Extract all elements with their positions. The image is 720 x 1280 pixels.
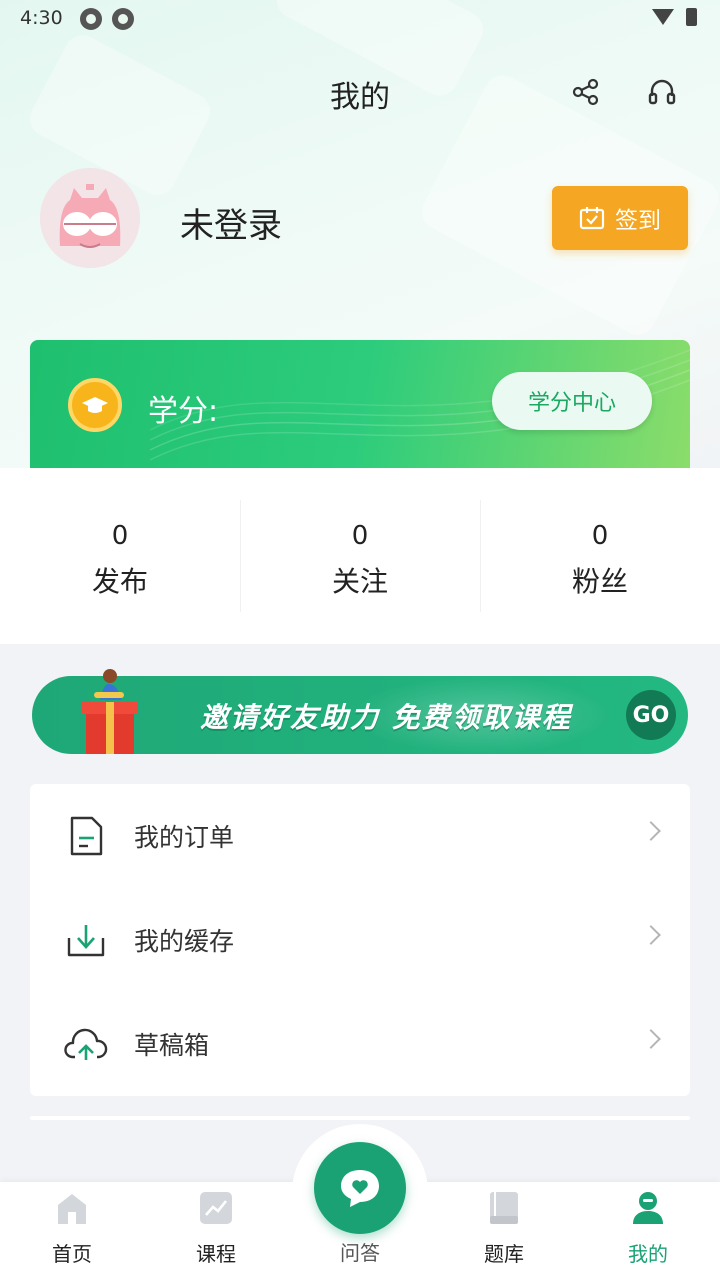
stat-posts[interactable]: 0 发布 [0,468,240,644]
tab-label: 我的 [628,1242,668,1266]
chevron-right-icon [641,821,661,841]
calendar-check-icon [579,207,605,230]
invite-banner[interactable]: 邀请好友助力 免费领取课程 GO [32,669,688,754]
share-icon [572,78,599,106]
credit-coin-icon [68,378,122,432]
tab-label[interactable]: 问答 [310,1237,410,1266]
invite-banner-text: 邀请好友助力 免费领取课程 [200,701,572,734]
chevron-right-icon [641,1029,661,1049]
stat-label: 粉丝 [571,565,628,598]
menu-item-label: 我的订单 [134,823,235,852]
chat-heart-icon [341,1170,379,1207]
checkin-button[interactable]: 签到 [552,186,688,250]
page-title: 我的 [330,80,390,115]
stat-value: 0 [591,521,609,551]
share-button[interactable] [564,70,608,114]
wifi-icon [652,9,674,25]
stat-value: 0 [111,521,129,551]
tab-qa-button[interactable] [314,1142,406,1234]
tab-courses[interactable]: 课程 [166,1190,266,1267]
gift-box-icon [82,669,138,754]
menu-item-orders[interactable]: 我的订单 [30,784,690,888]
book-icon [490,1192,518,1224]
menu-item-drafts[interactable]: 草稿箱 [30,992,690,1096]
stat-fans[interactable]: 0 粉丝 [480,468,720,644]
tab-mine[interactable]: 我的 [598,1190,698,1267]
stat-value: 0 [351,521,369,551]
title-bar: 我的 [0,60,720,124]
menu-item-label: 我的缓存 [134,927,235,956]
order-document-icon [64,816,108,856]
stat-label: 关注 [331,565,388,598]
headset-icon [648,79,676,105]
tab-label: 首页 [52,1242,92,1266]
notification-app-icon [112,8,134,30]
status-bar: 4:30 [0,0,720,36]
credit-center-button[interactable]: 学分中心 [492,372,652,430]
tab-label: 题库 [484,1242,524,1266]
credit-card: 学分: 学分中心 [30,340,690,468]
stat-following[interactable]: 0 关注 [240,468,480,644]
menu-item-label: 草稿箱 [134,1031,210,1060]
battery-icon [686,8,697,26]
chevron-right-icon [641,925,661,945]
tab-label: 课程 [196,1242,236,1266]
person-icon [633,1192,663,1224]
menu-card: 我的订单 我的缓存 草稿箱 [30,784,690,1096]
login-status-label[interactable]: 未登录 [180,198,282,247]
download-tray-icon [64,920,108,960]
customer-service-button[interactable] [640,70,684,114]
avatar[interactable] [40,168,140,268]
home-icon [58,1194,86,1224]
checkin-label: 签到 [615,208,661,234]
stats-row: 0 发布 0 关注 0 粉丝 [0,468,720,644]
cloud-upload-icon [64,1024,108,1064]
card-edge [30,1116,690,1120]
chart-icon [200,1192,232,1224]
profile-row: 未登录 签到 [0,168,720,278]
go-button[interactable]: GO [626,690,676,740]
notification-app-icon [80,8,102,30]
tab-home[interactable]: 首页 [22,1190,122,1267]
tab-question-bank[interactable]: 题库 [454,1190,554,1267]
stat-label: 发布 [91,565,148,598]
status-time: 4:30 [20,7,63,29]
menu-item-cache[interactable]: 我的缓存 [30,888,690,992]
owl-avatar-icon [40,168,140,268]
credit-label: 学分: [148,394,219,429]
